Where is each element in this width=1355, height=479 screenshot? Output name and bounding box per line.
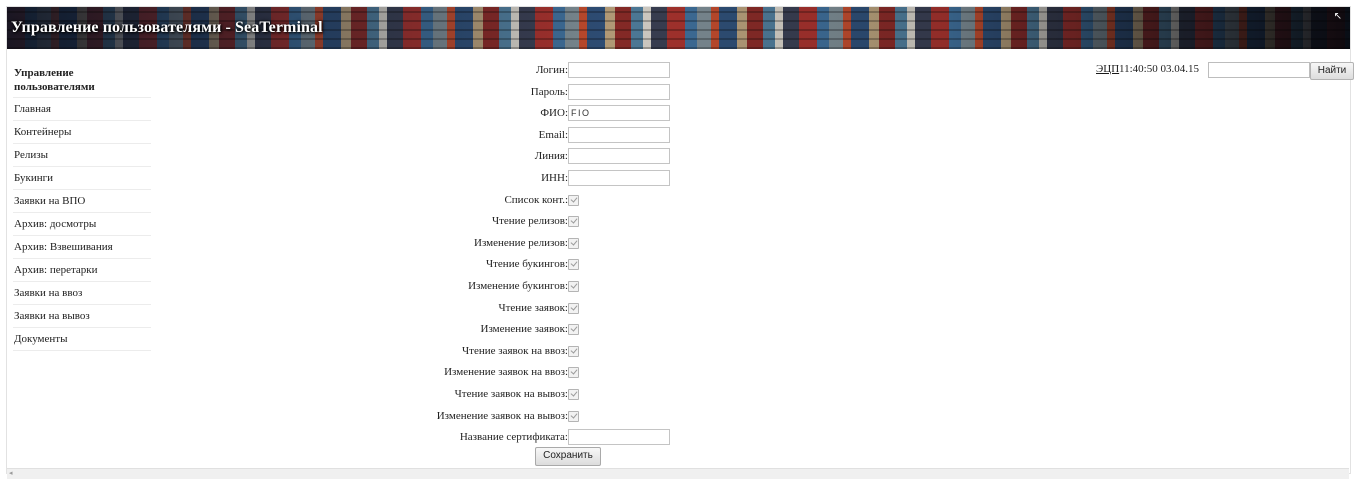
email-field[interactable] bbox=[568, 126, 670, 143]
read-requests-checkbox[interactable] bbox=[568, 302, 579, 314]
search-input[interactable] bbox=[1208, 62, 1310, 78]
edit-export-requests-label: Изменение заявок на вывоз: bbox=[436, 409, 568, 422]
find-button[interactable]: Найти bbox=[1310, 62, 1354, 80]
inn-field[interactable] bbox=[568, 169, 670, 186]
scroll-left-icon[interactable]: ◂ bbox=[9, 469, 13, 477]
form-row-fio: ФИО: bbox=[300, 105, 680, 127]
form-row-login: Логин: bbox=[300, 62, 680, 84]
read-import-requests-label: Чтение заявок на ввоз: bbox=[462, 344, 568, 357]
container-list-checkbox[interactable] bbox=[568, 194, 579, 206]
datetime-display: 11:40:50 03.04.15 bbox=[1119, 63, 1199, 75]
edit-export-requests-checkbox[interactable] bbox=[568, 410, 579, 422]
form-row-container-list: Список конт.: bbox=[300, 192, 680, 214]
form-row-read-export-requests: Чтение заявок на вывоз: bbox=[300, 386, 680, 408]
form-row-edit-bookings: Изменение букингов: bbox=[300, 278, 680, 300]
form-row-email: Email: bbox=[300, 126, 680, 149]
edit-import-requests-checkbox[interactable] bbox=[568, 367, 579, 379]
container-list-label: Список конт.: bbox=[504, 193, 568, 206]
form-row-certificate: Название сертификата: bbox=[300, 429, 680, 451]
read-releases-label: Чтение релизов: bbox=[491, 215, 568, 228]
form-row-inn: ИНН: bbox=[300, 169, 680, 192]
sidebar-nav: Управление пользователями Главная Контей… bbox=[13, 60, 151, 351]
fio-label: ФИО: bbox=[540, 107, 568, 120]
sidebar-item-archive-weighing[interactable]: Архив: Взвешивания bbox=[13, 236, 151, 259]
form-row-read-releases: Чтение релизов: bbox=[300, 213, 680, 235]
sidebar-item-archive-inspections[interactable]: Архив: досмотры bbox=[13, 213, 151, 236]
form-row-line: Линия: bbox=[300, 148, 680, 170]
read-bookings-label: Чтение букингов: bbox=[485, 258, 568, 271]
sidebar-item-vpo-requests[interactable]: Заявки на ВПО bbox=[13, 190, 151, 213]
line-field[interactable] bbox=[568, 148, 670, 165]
edit-requests-checkbox[interactable] bbox=[568, 324, 579, 336]
fio-field[interactable] bbox=[568, 105, 670, 122]
line-label: Линия: bbox=[534, 150, 568, 163]
form-row-read-requests: Чтение заявок: bbox=[300, 300, 680, 322]
sidebar-item-home[interactable]: Главная bbox=[13, 98, 151, 121]
sidebar-item-archive-repacking[interactable]: Архив: перетарки bbox=[13, 259, 151, 282]
cursor-icon: ↖ bbox=[1333, 11, 1342, 22]
sidebar-item-export-requests[interactable]: Заявки на вывоз bbox=[13, 305, 151, 328]
read-requests-label: Чтение заявок: bbox=[498, 301, 568, 314]
form-row-read-import-requests: Чтение заявок на ввоз: bbox=[300, 343, 680, 365]
certificate-label: Название сертификата: bbox=[459, 431, 568, 444]
edit-import-requests-label: Изменение заявок на ввоз: bbox=[444, 366, 568, 379]
sidebar-item-containers[interactable]: Контейнеры bbox=[13, 121, 151, 144]
login-label: Логин: bbox=[535, 64, 568, 76]
sidebar-item-bookings[interactable]: Букинги bbox=[13, 167, 151, 190]
sidebar-item-user-management[interactable]: Управление пользователями bbox=[13, 60, 151, 98]
ecp-link[interactable]: ЭЦП bbox=[1096, 63, 1119, 75]
form-row-read-bookings: Чтение букингов: bbox=[300, 256, 680, 278]
email-label: Email: bbox=[538, 128, 568, 141]
form-row-edit-import-requests: Изменение заявок на ввоз: bbox=[300, 364, 680, 386]
edit-bookings-checkbox[interactable] bbox=[568, 280, 579, 292]
form-row-edit-releases: Изменение релизов: bbox=[300, 235, 680, 257]
form-row-edit-export-requests: Изменение заявок на вывоз: bbox=[300, 408, 680, 430]
login-field[interactable] bbox=[568, 62, 670, 78]
password-field[interactable] bbox=[568, 83, 670, 100]
read-import-requests-checkbox[interactable] bbox=[568, 345, 579, 357]
read-export-requests-checkbox[interactable] bbox=[568, 388, 579, 400]
read-releases-checkbox[interactable] bbox=[568, 216, 579, 228]
sidebar-item-releases[interactable]: Релизы bbox=[13, 144, 151, 167]
horizontal-scrollbar[interactable]: ◂ bbox=[7, 468, 1349, 479]
user-form: Логин: Пароль: ФИО: Email: Линия: ИНН: С… bbox=[300, 62, 680, 451]
password-label: Пароль: bbox=[530, 85, 568, 98]
save-button[interactable]: Сохранить bbox=[535, 447, 601, 466]
read-bookings-checkbox[interactable] bbox=[568, 259, 579, 271]
sidebar-item-import-requests[interactable]: Заявки на ввоз bbox=[13, 282, 151, 305]
edit-releases-label: Изменение релизов: bbox=[474, 236, 568, 249]
edit-requests-label: Изменение заявок: bbox=[480, 323, 568, 336]
page-title: Управление пользователями - SeaTerminal bbox=[11, 19, 323, 36]
form-row-edit-requests: Изменение заявок: bbox=[300, 321, 680, 343]
header-banner: Управление пользователями - SeaTerminal … bbox=[7, 7, 1350, 49]
inn-label: ИНН: bbox=[541, 171, 568, 184]
edit-bookings-label: Изменение букингов: bbox=[468, 279, 568, 292]
edit-releases-checkbox[interactable] bbox=[568, 237, 579, 249]
sidebar-item-documents[interactable]: Документы bbox=[13, 328, 151, 351]
read-export-requests-label: Чтение заявок на вывоз: bbox=[454, 387, 568, 400]
form-row-password: Пароль: bbox=[300, 83, 680, 106]
certificate-field[interactable] bbox=[568, 429, 670, 446]
